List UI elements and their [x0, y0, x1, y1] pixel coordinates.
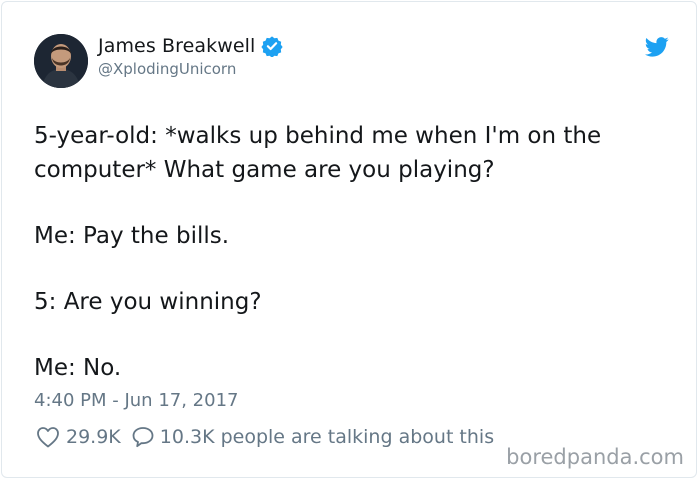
- avatar-photo: [34, 34, 88, 88]
- tweet-actions: 29.9K 10.3K people are talking about thi…: [36, 426, 494, 448]
- watermark: boredpanda.com: [506, 445, 684, 469]
- author-handle[interactable]: @XplodingUnicorn: [98, 60, 236, 78]
- verified-badge-icon: [261, 36, 284, 57]
- tweet-line: Me: No.: [34, 355, 122, 381]
- twitter-bird-icon[interactable]: [645, 37, 669, 57]
- tweet-text: 5-year-old: *walks up behind me when I'm…: [34, 119, 674, 385]
- tweet-line: 5: Are you winning?: [34, 289, 262, 315]
- tweet-timestamp[interactable]: 4:40 PM - Jun 17, 2017: [34, 390, 238, 411]
- avatar[interactable]: [34, 34, 88, 88]
- tweet-card: James Breakwell @XplodingUnicorn 5-year-…: [1, 1, 697, 478]
- tweet-line: Me: Pay the bills.: [34, 223, 230, 249]
- conversation-count[interactable]: 10.3K people are talking about this: [160, 426, 494, 448]
- author-name[interactable]: James Breakwell: [98, 35, 255, 57]
- heart-icon[interactable]: [36, 426, 60, 448]
- like-count[interactable]: 29.9K: [66, 426, 121, 448]
- author-row: James Breakwell: [98, 35, 284, 57]
- speech-bubble-icon[interactable]: [131, 426, 155, 448]
- tweet-line: 5-year-old: *walks up behind me when I'm…: [34, 123, 602, 183]
